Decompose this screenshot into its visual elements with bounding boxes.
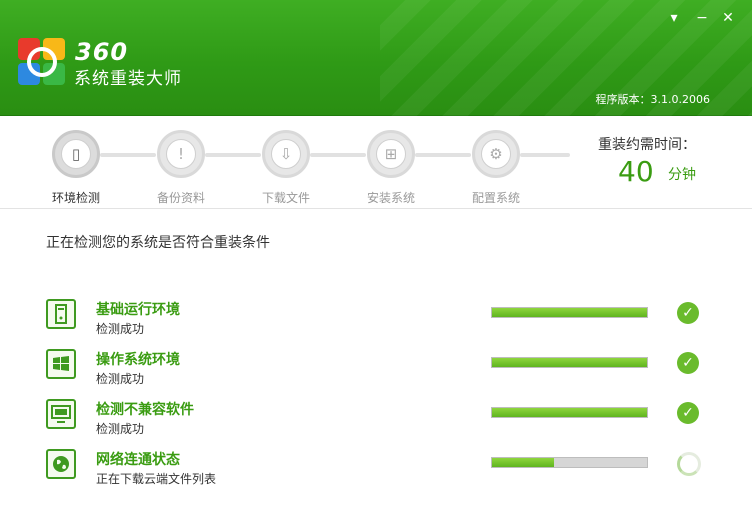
check-name: 网络连通状态: [96, 452, 180, 468]
step-5: ⚙: [472, 130, 520, 178]
check-title: 正在检测您的系统是否符合重装条件: [46, 235, 270, 251]
time-value: 40: [618, 155, 654, 188]
step-connector: [310, 153, 366, 157]
step-3: ⇩: [262, 130, 310, 178]
backup-icon: !: [166, 139, 196, 169]
step-1-label: 环境检测: [51, 191, 100, 205]
check-name: 基础运行环境: [96, 302, 180, 318]
globe-icon: [46, 449, 76, 479]
pc-tower-icon: [46, 299, 76, 329]
check-item: 基础运行环境 检测成功 ✓: [0, 299, 752, 349]
windows-logo-icon: [46, 349, 76, 379]
360-logo-icon: [18, 38, 66, 86]
check-item: 操作系统环境 检测成功 ✓: [0, 349, 752, 399]
computer-check-icon: ▯: [61, 139, 91, 169]
progress-fill: [492, 308, 647, 317]
progress-bar: [491, 357, 648, 368]
step-1: ▯: [52, 130, 100, 178]
progress-bar: [491, 457, 648, 468]
check-name: 检测不兼容软件: [96, 402, 194, 418]
step-connector: [520, 153, 570, 157]
brand-number: 360: [75, 38, 129, 66]
step-5-label: 配置系统: [471, 191, 520, 205]
check-item: 网络连通状态 正在下载云端文件列表: [0, 449, 752, 499]
step-2-label: 备份资料: [156, 191, 205, 205]
check-status: 检测成功: [96, 372, 145, 386]
step-connector: [415, 153, 471, 157]
progress-fill: [492, 358, 647, 367]
step-3-label: 下载文件: [261, 191, 310, 205]
step-2: !: [157, 130, 205, 178]
check-status: 检测成功: [96, 322, 145, 336]
time-unit: 分钟: [668, 167, 696, 183]
check-name: 操作系统环境: [96, 352, 180, 368]
progress-bar: [491, 407, 648, 418]
install-icon: ⊞: [376, 139, 406, 169]
checkmark-icon: ✓: [677, 402, 699, 424]
progress-fill: [492, 408, 647, 417]
monitor-icon: [46, 399, 76, 429]
close-icon[interactable]: ✕: [720, 10, 736, 26]
minimize-icon[interactable]: −: [694, 10, 710, 26]
time-label: 重装约需时间：: [598, 137, 696, 153]
checkmark-icon: ✓: [677, 302, 699, 324]
step-connector: [205, 153, 261, 157]
check-status: 正在下载云端文件列表: [96, 472, 217, 486]
step-4-label: 安装系统: [366, 191, 415, 205]
step-4: ⊞: [367, 130, 415, 178]
step-indicator: ▯ ! ⇩ ⊞ ⚙ 环境检测 备份资料 下载文件 安装系统 配置系统 重装约需时…: [0, 117, 752, 209]
progress-bar: [491, 307, 648, 318]
step-connector: [100, 153, 156, 157]
download-icon: ⇩: [271, 139, 301, 169]
checkmark-icon: ✓: [677, 352, 699, 374]
check-status: 检测成功: [96, 422, 145, 436]
loading-spinner-icon: [677, 452, 701, 476]
menu-dropdown-icon[interactable]: ▾: [666, 10, 682, 26]
version-label: 程序版本：3.1.0.2006: [595, 93, 710, 106]
brand-name: 系统重装大师: [74, 69, 182, 89]
progress-fill: [492, 458, 554, 467]
check-item: 检测不兼容软件 检测成功 ✓: [0, 399, 752, 449]
configure-icon: ⚙: [481, 139, 511, 169]
